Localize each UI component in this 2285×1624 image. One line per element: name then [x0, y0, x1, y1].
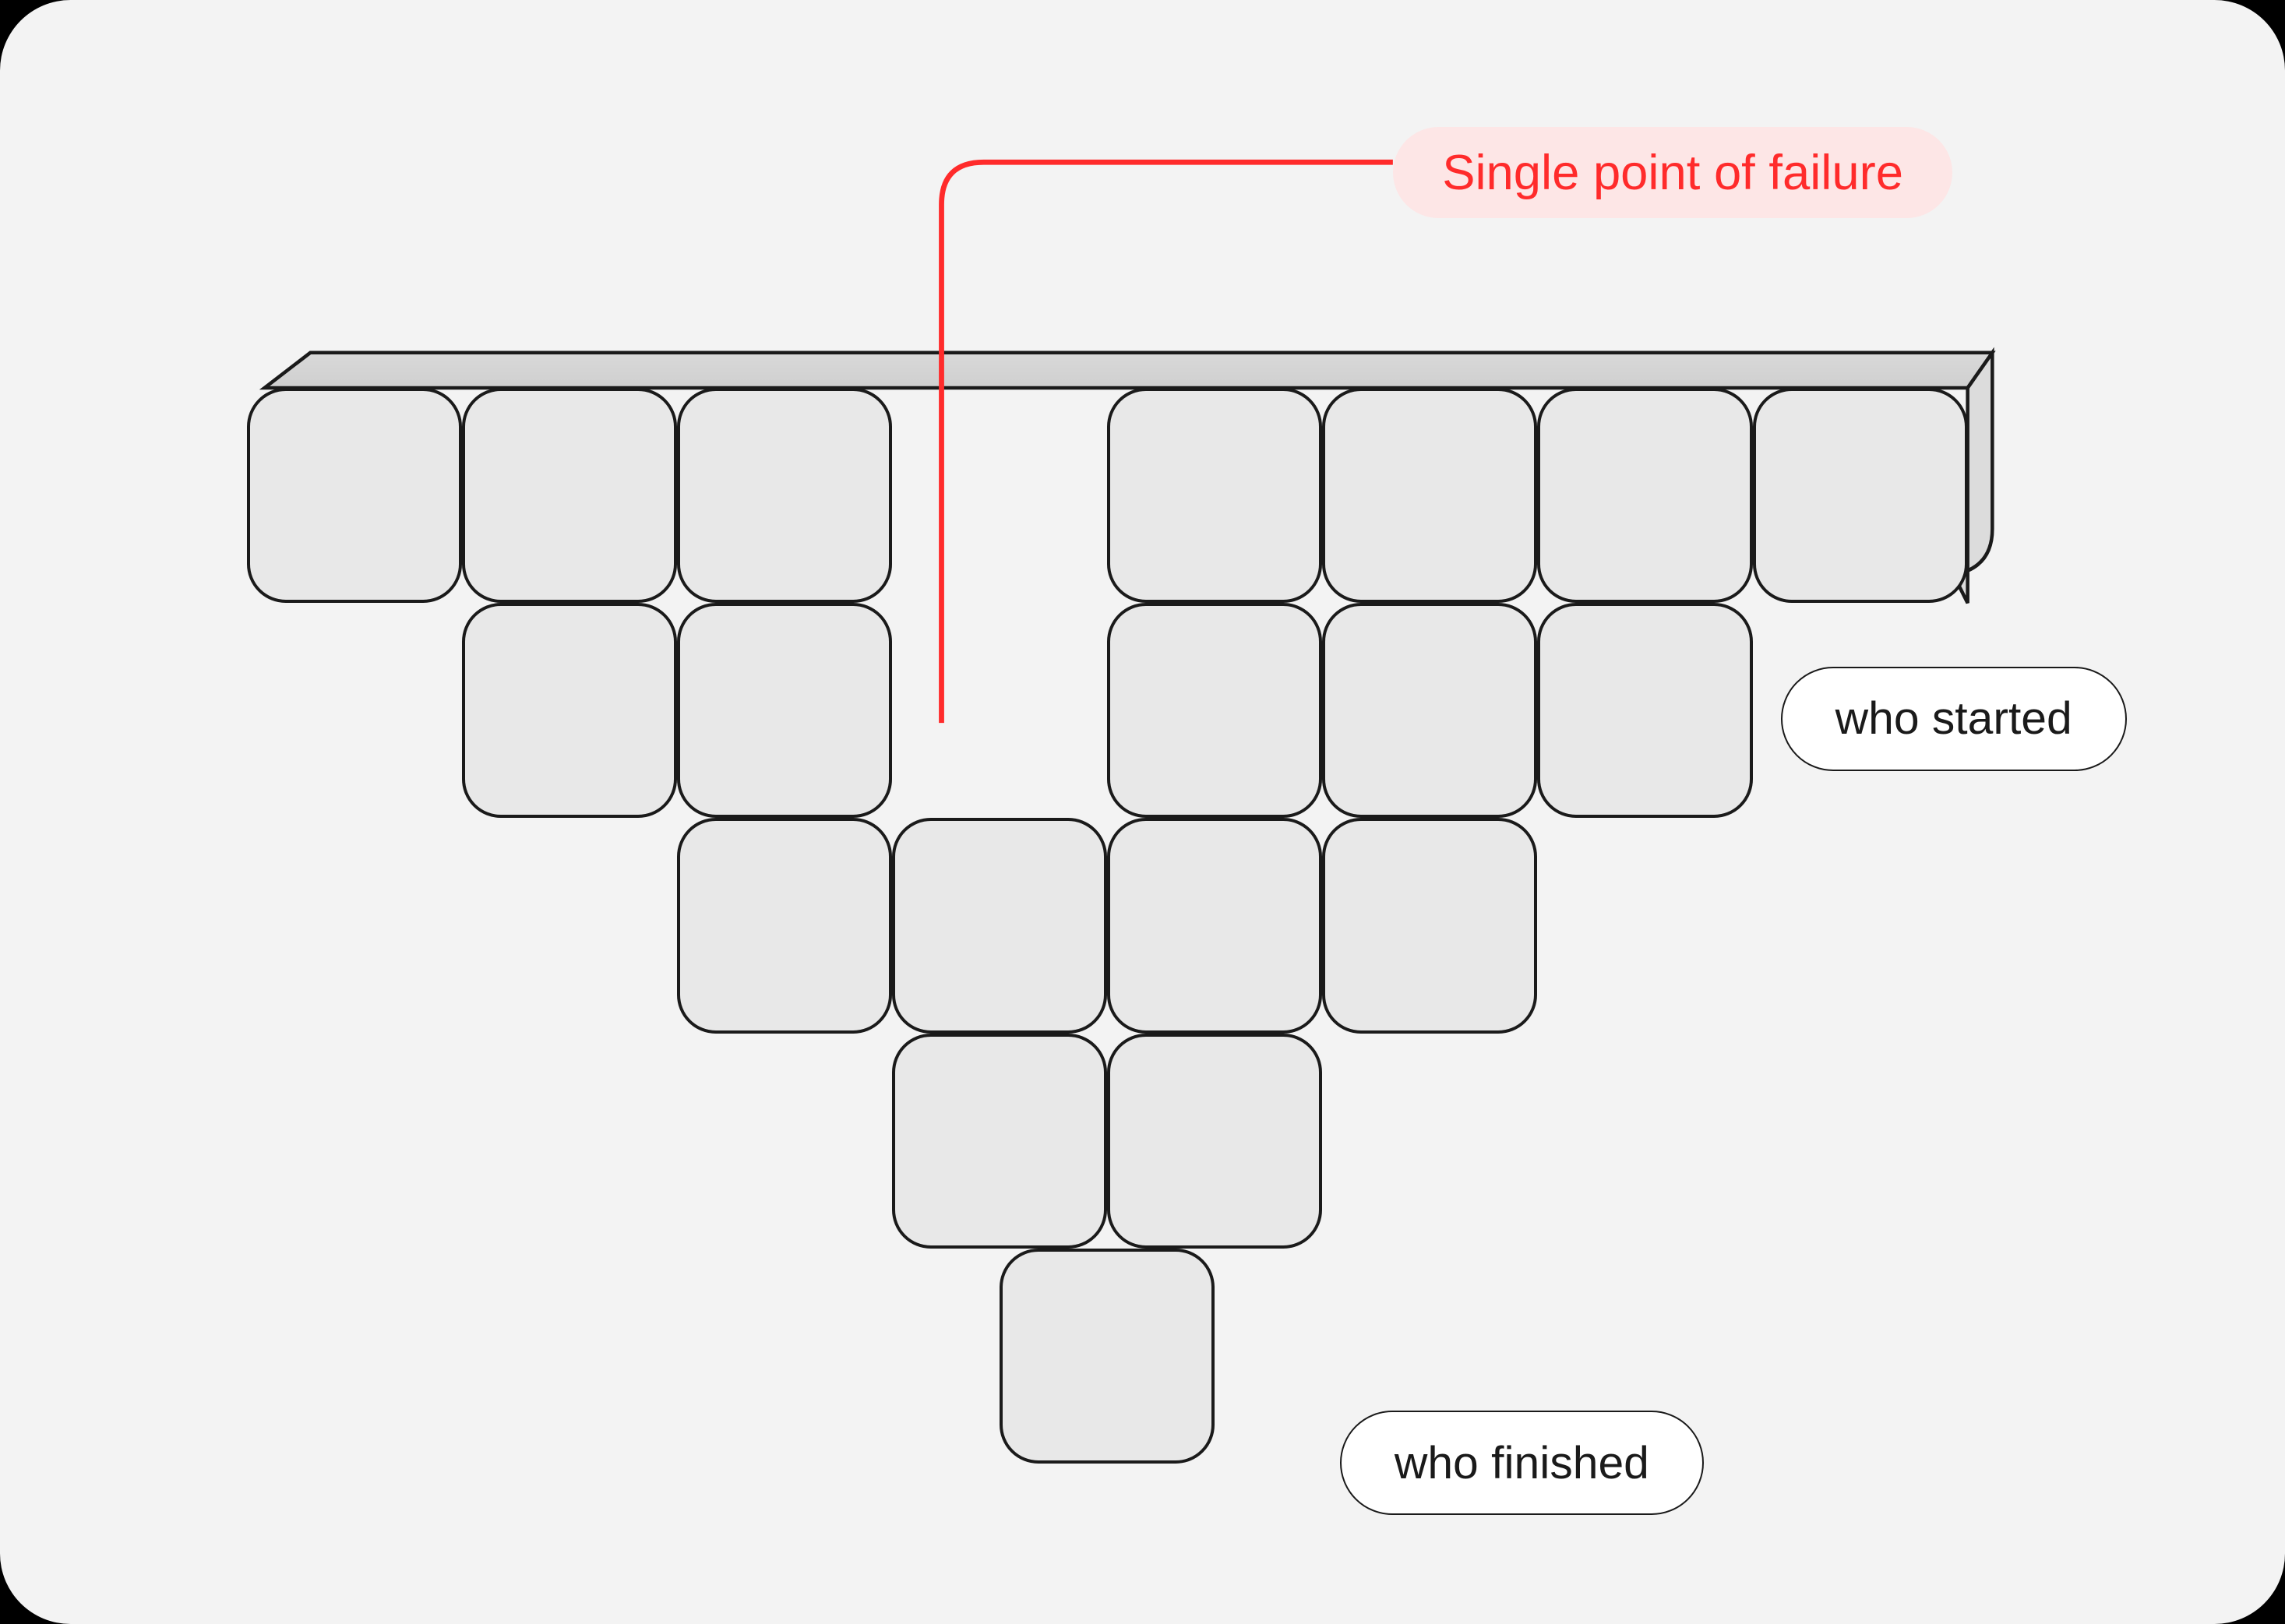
label-who-finished: who finished [1340, 1411, 1704, 1515]
funnel-block [1322, 603, 1537, 818]
funnel-block [1107, 603, 1322, 818]
funnel-block [247, 388, 462, 603]
funnel-block [677, 388, 892, 603]
funnel-block [1322, 818, 1537, 1033]
funnel-block [1537, 603, 1752, 818]
diagram-stage: Single point of failure who started who … [0, 0, 2285, 1624]
funnel-block [462, 388, 677, 603]
label-who-started: who started [1781, 667, 2127, 771]
funnel-block [677, 603, 892, 818]
diagram-canvas: Single point of failure who started who … [0, 0, 2285, 1624]
funnel-block [892, 818, 1107, 1033]
funnel-block [1107, 388, 1322, 603]
callout-spof: Single point of failure [1393, 127, 1952, 218]
funnel-block [1107, 1034, 1322, 1249]
funnel-block [1000, 1249, 1215, 1464]
funnel-block [1753, 388, 1968, 603]
funnel-block [1322, 388, 1537, 603]
funnel-block [892, 1034, 1107, 1249]
funnel-block [1107, 818, 1322, 1033]
funnel-block [677, 818, 892, 1033]
funnel-block [1537, 388, 1752, 603]
funnel-block [462, 603, 677, 818]
